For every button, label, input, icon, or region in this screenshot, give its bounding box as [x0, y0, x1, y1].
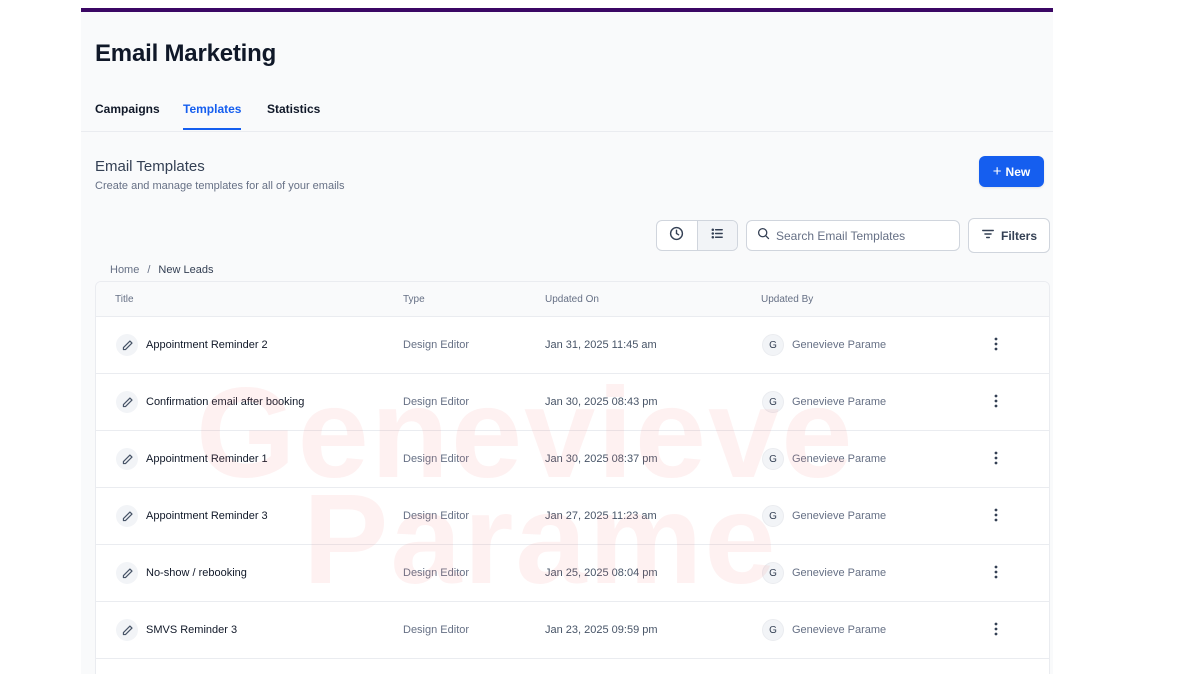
search-box	[746, 220, 960, 251]
row-updated-by-cell: G Genevieve Parame	[762, 602, 886, 658]
templates-table: Title Type Updated On Updated By Appoint…	[95, 281, 1050, 674]
column-header-updated-on: Updated On	[545, 294, 599, 305]
row-type: Design Editor	[403, 453, 470, 465]
table-row[interactable]: SMVS Reminder 3 Design Editor Jan 23, 2025…	[96, 602, 1049, 659]
row-menu-button[interactable]	[988, 488, 1004, 544]
plus-icon: +	[992, 163, 1002, 180]
row-type: Design Editor	[403, 567, 470, 579]
row-updated-by: Genevieve Parame	[792, 453, 887, 465]
tab-bar: Campaigns Templates Statistics	[81, 100, 1053, 132]
row-title[interactable]: SMVS Reminder 3	[146, 624, 237, 636]
breadcrumb-current: New Leads	[158, 264, 214, 276]
row-updated-by: Genevieve Parame	[792, 624, 887, 636]
column-header-title: Title	[115, 294, 134, 305]
avatar: G	[762, 562, 784, 584]
row-menu-button[interactable]	[988, 545, 1004, 601]
row-title-cell: Appointment Reminder 3	[116, 488, 268, 544]
table-row[interactable]: No-show / rebooking Design Editor Jan 25, …	[96, 545, 1049, 602]
table-row[interactable]: Appointment Reminder 1 Design Editor Jan 3…	[96, 431, 1049, 488]
more-vertical-icon	[994, 622, 998, 639]
breadcrumb-home[interactable]: Home	[110, 264, 139, 276]
filters-label: Filters	[1000, 228, 1037, 243]
pencil-icon	[116, 334, 138, 356]
more-vertical-icon	[994, 451, 998, 468]
breadcrumb-separator: /	[147, 264, 151, 276]
row-updated-by-cell: G Genevieve Parame	[762, 488, 886, 544]
app-frame: Email Marketing Campaigns Templates Stat…	[81, 8, 1053, 674]
table-row[interactable]: Appointment Reminder 3 Design Editor Jan 2…	[96, 488, 1049, 545]
more-vertical-icon	[994, 508, 998, 525]
pencil-icon	[116, 448, 138, 470]
search-input[interactable]	[776, 228, 946, 243]
tab-statistics[interactable]: Statistics	[267, 102, 320, 130]
row-updated-on: Jan 31, 2025 11:45 am	[545, 339, 657, 351]
pencil-icon	[116, 505, 138, 527]
row-updated-on: Jan 23, 2025 09:59 pm	[545, 624, 658, 636]
row-updated-on: Jan 30, 2025 08:43 pm	[545, 396, 658, 408]
row-updated-by-cell: G Genevieve Parame	[762, 317, 886, 373]
row-title-cell: Appointment Reminder 1	[116, 431, 268, 487]
row-updated-on: Jan 27, 2025 11:23 am	[545, 510, 657, 522]
tab-templates[interactable]: Templates	[183, 102, 242, 130]
row-updated-by: Genevieve Parame	[792, 396, 887, 408]
filter-icon	[981, 227, 995, 244]
new-template-button[interactable]: + New	[979, 156, 1044, 187]
search-icon	[757, 227, 770, 245]
breadcrumb: Home / New Leads	[110, 264, 213, 276]
row-updated-by: Genevieve Parame	[792, 339, 887, 351]
pencil-icon	[116, 562, 138, 584]
table-header: Title Type Updated On Updated By	[96, 282, 1049, 317]
row-updated-by: Genevieve Parame	[792, 567, 887, 579]
new-button-label: New	[1005, 164, 1031, 179]
row-type: Design Editor	[403, 510, 470, 522]
row-updated-on: Jan 25, 2025 08:04 pm	[545, 567, 658, 579]
row-updated-by-cell: G Genevieve Parame	[762, 431, 886, 487]
row-updated-by-cell: G Genevieve Parame	[762, 545, 886, 601]
table-body: Appointment Reminder 2 Design Editor Jan 3…	[96, 317, 1049, 659]
row-menu-button[interactable]	[988, 602, 1004, 658]
row-title[interactable]: Confirmation email after booking	[146, 396, 304, 408]
table-row[interactable]: Confirmation email after booking Design E…	[96, 374, 1049, 431]
page-title: Email Marketing	[95, 40, 277, 67]
section-title: Email Templates	[95, 158, 205, 175]
table-row[interactable]: Appointment Reminder 2 Design Editor Jan 3…	[96, 317, 1049, 374]
column-header-updated-by: Updated By	[761, 294, 814, 305]
list-icon	[710, 226, 725, 246]
row-type: Design Editor	[403, 339, 470, 351]
avatar: G	[762, 619, 784, 641]
row-menu-button[interactable]	[988, 317, 1004, 373]
row-title[interactable]: Appointment Reminder 1	[146, 453, 268, 465]
row-updated-on: Jan 30, 2025 08:37 pm	[545, 453, 658, 465]
row-updated-by: Genevieve Parame	[792, 510, 887, 522]
row-menu-button[interactable]	[988, 431, 1004, 487]
row-title[interactable]: Appointment Reminder 2	[146, 339, 268, 351]
more-vertical-icon	[994, 565, 998, 582]
more-vertical-icon	[994, 394, 998, 411]
pencil-icon	[116, 391, 138, 413]
row-title-cell: SMVS Reminder 3	[116, 602, 237, 658]
row-title-cell: Confirmation email after booking	[116, 374, 304, 430]
clock-icon	[669, 226, 684, 246]
avatar: G	[762, 391, 784, 413]
avatar: G	[762, 448, 784, 470]
row-type: Design Editor	[403, 624, 470, 636]
pencil-icon	[116, 619, 138, 641]
row-title-cell: No-show / rebooking	[116, 545, 247, 601]
tab-campaigns[interactable]: Campaigns	[95, 102, 160, 130]
row-updated-by-cell: G Genevieve Parame	[762, 374, 886, 430]
column-header-type: Type	[403, 294, 425, 305]
row-title-cell: Appointment Reminder 2	[116, 317, 268, 373]
more-vertical-icon	[994, 337, 998, 354]
view-mode-toggle	[656, 220, 738, 251]
avatar: G	[762, 334, 784, 356]
filters-button[interactable]: Filters	[968, 218, 1050, 253]
row-type: Design Editor	[403, 396, 470, 408]
row-title[interactable]: Appointment Reminder 3	[146, 510, 268, 522]
recent-view-button[interactable]	[657, 221, 697, 250]
list-view-button[interactable]	[696, 221, 737, 250]
section-subtitle: Create and manage templates for all of y…	[95, 180, 345, 192]
row-title[interactable]: No-show / rebooking	[146, 567, 247, 579]
avatar: G	[762, 505, 784, 527]
row-menu-button[interactable]	[988, 374, 1004, 430]
